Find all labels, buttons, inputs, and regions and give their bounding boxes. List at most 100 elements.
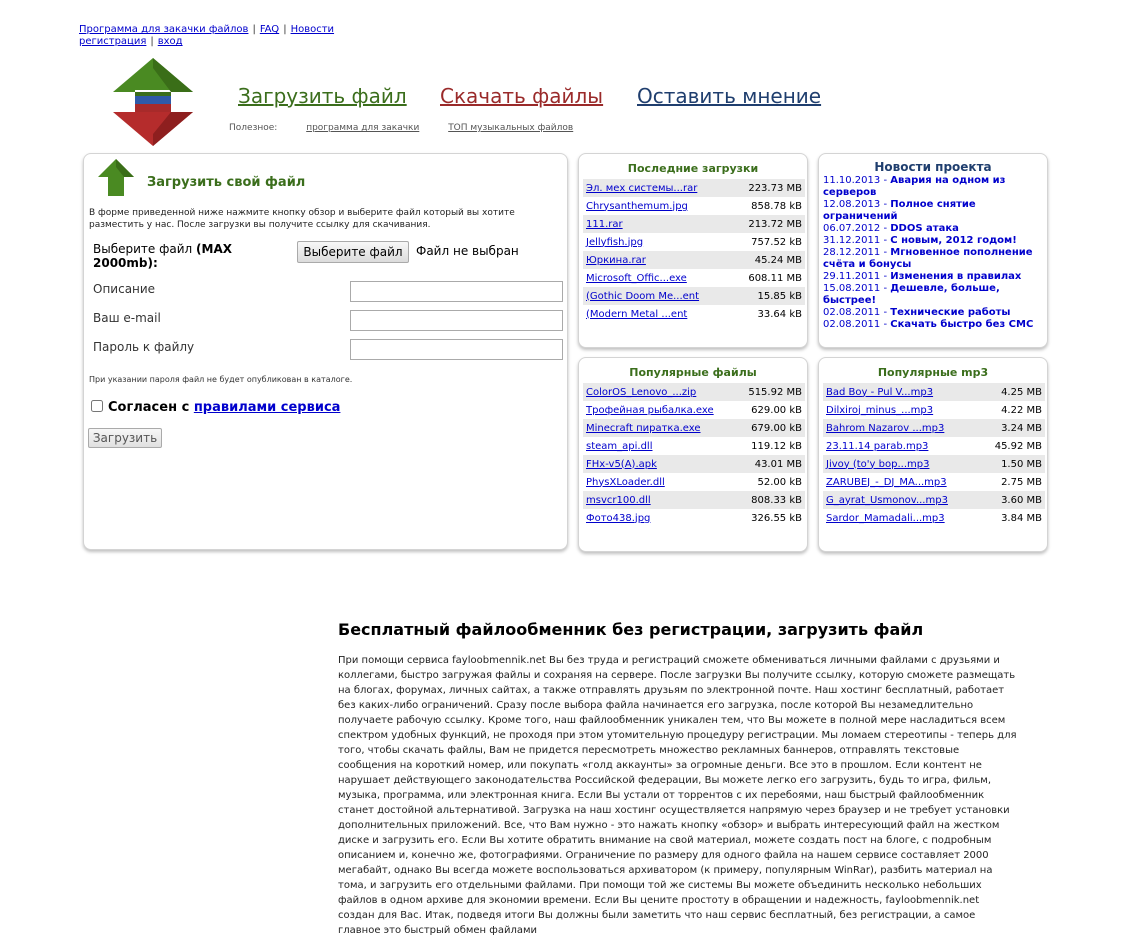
- table-row: Sardor_Mamadali...mp3 3.84 MB: [823, 509, 1045, 527]
- news-item: 11.10.2013 - Авария на одном из серверов: [823, 175, 1006, 198]
- agree-checkbox[interactable]: [91, 400, 103, 412]
- useful-link-top-music[interactable]: ТОП музыкальных файлов: [448, 123, 573, 133]
- file-status: Файл не выбран: [416, 244, 519, 258]
- file-link[interactable]: Фото438.jpg: [586, 513, 650, 524]
- recent-uploads-title: Последние загрузки: [627, 162, 759, 175]
- file-link[interactable]: Microsoft_Offic...exe: [586, 273, 687, 284]
- password-input[interactable]: [350, 339, 563, 360]
- file-size: 326.55 kB: [751, 512, 802, 524]
- table-row: 23.11.14 parab.mp3 45.92 MB: [823, 437, 1045, 455]
- file-link[interactable]: Dilxiroj_minus_...mp3: [826, 405, 933, 416]
- news-item: 29.11.2011 - Изменения в правилах: [823, 271, 1022, 282]
- news-date: 15.08.2011: [823, 283, 881, 294]
- news-link[interactable]: Изменения в правилах: [890, 271, 1021, 282]
- table-row: Dilxiroj_minus_...mp3 4.22 MB: [823, 401, 1045, 419]
- link-register[interactable]: регистрация: [79, 36, 146, 47]
- news-date: 28.12.2011: [823, 247, 881, 258]
- upload-help-text: В форме приведенной ниже нажмите кнопку …: [89, 208, 515, 230]
- table-row: Bahrom Nazarov ...mp3 3.24 MB: [823, 419, 1045, 437]
- file-link[interactable]: Jellyfish.jpg: [586, 237, 643, 248]
- file-size: 45.92 MB: [994, 440, 1042, 452]
- file-link[interactable]: ColorOS_Lenovo_...zip: [586, 387, 696, 398]
- news-item: 02.08.2011 - Технические работы: [823, 307, 1011, 318]
- file-link[interactable]: Bahrom Nazarov ...mp3: [826, 423, 944, 434]
- choose-file-button[interactable]: Выберите файл: [297, 241, 409, 263]
- useful-link-program[interactable]: программа для закачки: [306, 123, 419, 133]
- seo-heading: Бесплатный файлообменник без регистрации…: [338, 620, 924, 639]
- file-link[interactable]: 111.rar: [586, 219, 623, 230]
- file-link[interactable]: FHx-v5(A).apk: [586, 459, 657, 470]
- rules-link[interactable]: правилами сервиса: [194, 400, 341, 415]
- file-link[interactable]: 23.11.14 parab.mp3: [826, 441, 928, 452]
- file-size: 223.73 MB: [730, 179, 805, 197]
- file-link[interactable]: Юркина.rar: [586, 255, 646, 266]
- agree-prefix: Согласен с: [108, 400, 190, 415]
- news-date: 11.10.2013: [823, 175, 881, 186]
- news-link[interactable]: DDOS атака: [890, 223, 959, 234]
- description-input[interactable]: [350, 281, 563, 302]
- link-faq[interactable]: FAQ: [260, 24, 279, 35]
- link-login[interactable]: вход: [158, 36, 183, 47]
- upload-submit-button[interactable]: Загрузить: [88, 428, 162, 448]
- file-link[interactable]: ZARUBEJ_-_DJ_MA...mp3: [826, 477, 947, 488]
- password-note: При указании пароля файл не будет опубли…: [89, 375, 353, 384]
- nav-download-files[interactable]: Скачать файлы: [440, 84, 603, 108]
- table-row: Chrysanthemum.jpg 858.78 kB: [583, 197, 805, 215]
- news-date: 02.08.2011: [823, 307, 881, 318]
- news-item: 12.08.2013 - Полное снятие ограничений: [823, 199, 976, 222]
- file-size: 33.64 kB: [757, 308, 802, 320]
- popular-files-title: Популярные файлы: [629, 366, 757, 379]
- file-link[interactable]: Bad Boy - Pul V...mp3: [826, 387, 933, 398]
- news-item: 31.12.2011 - С новым, 2012 годом!: [823, 235, 1017, 246]
- news-link[interactable]: С новым, 2012 годом!: [890, 235, 1017, 246]
- file-link[interactable]: Chrysanthemum.jpg: [586, 201, 688, 212]
- site-logo[interactable]: [105, 56, 200, 151]
- table-row: Jellyfish.jpg 757.52 kB: [583, 233, 805, 251]
- email-input[interactable]: [350, 310, 563, 331]
- file-link[interactable]: Jivoy (to'y bop...mp3: [826, 459, 929, 470]
- table-row: ZARUBEJ_-_DJ_MA...mp3 2.75 MB: [823, 473, 1045, 491]
- link-download-program[interactable]: Программа для закачки файлов: [79, 24, 248, 35]
- nav-leave-feedback[interactable]: Оставить мнение: [637, 84, 821, 108]
- top-links: Программа для закачки файлов | FAQ | Новости…: [79, 24, 334, 48]
- table-row: steam_api.dll 119.12 kB: [583, 437, 805, 455]
- table-row: (Gothic Doom Me...ent 15.85 kB: [583, 287, 805, 305]
- table-row: ColorOS_Lenovo_...zip 515.92 MB: [583, 383, 805, 401]
- table-row: Трофейная рыбалка.exe 629.00 kB: [583, 401, 805, 419]
- popular-mp3-table: Bad Boy - Pul V...mp3 4.25 MB Dilxiroj_mi…: [823, 383, 1045, 527]
- file-label: Выберите файл (MAX 2000mb):: [93, 242, 253, 270]
- file-size: 2.75 MB: [1001, 476, 1042, 488]
- file-size: 608.11 MB: [748, 272, 802, 284]
- file-link[interactable]: msvcr100.dll: [586, 495, 651, 506]
- file-size: 4.22 MB: [1001, 404, 1042, 416]
- file-link[interactable]: Sardor_Mamadali...mp3: [826, 513, 945, 524]
- file-size: 3.84 MB: [1001, 512, 1042, 524]
- file-link[interactable]: (Modern Metal ...ent: [586, 309, 687, 320]
- file-size: 679.00 kB: [736, 419, 805, 437]
- file-size: 119.12 kB: [751, 440, 802, 452]
- popular-files-panel: Популярные файлы ColorOS_Lenovo_...zip 51…: [578, 357, 808, 552]
- news-link[interactable]: Технические работы: [890, 307, 1010, 318]
- table-row: msvcr100.dll 808.33 kB: [583, 491, 805, 509]
- file-link[interactable]: Minecraft пиратка.exe: [586, 423, 701, 434]
- description-label: Описание: [93, 282, 156, 296]
- upload-title: Загрузить свой файл: [147, 175, 306, 190]
- file-size: 52.00 kB: [757, 476, 802, 488]
- file-link[interactable]: (Gothic Doom Me...ent: [586, 291, 699, 302]
- news-date: 29.11.2011: [823, 271, 881, 282]
- file-link[interactable]: Трофейная рыбалка.exe: [586, 405, 714, 416]
- file-link[interactable]: steam_api.dll: [586, 441, 653, 452]
- link-news[interactable]: Новости: [291, 24, 334, 35]
- file-size: 1.50 MB: [979, 455, 1045, 473]
- news-panel: Новости проекта 11.10.2013 - Авария на о…: [818, 153, 1048, 348]
- table-row: Microsoft_Offic...exe 608.11 MB: [583, 269, 805, 287]
- recent-uploads-table: Эл. мех системы...rar 223.73 MB Chrysanth…: [583, 179, 805, 323]
- table-row: Minecraft пиратка.exe 679.00 kB: [583, 419, 805, 437]
- file-link[interactable]: PhysXLoader.dll: [586, 477, 665, 488]
- file-link[interactable]: Эл. мех системы...rar: [586, 183, 697, 194]
- nav-upload-file[interactable]: Загрузить файл: [238, 84, 407, 108]
- file-link[interactable]: G_ayrat_Usmonov...mp3: [826, 495, 948, 506]
- news-link[interactable]: Скачать быстро без СМС: [890, 319, 1033, 330]
- news-list: 11.10.2013 - Авария на одном из серверов…: [823, 175, 1047, 331]
- table-row: (Modern Metal ...ent 33.64 kB: [583, 305, 805, 323]
